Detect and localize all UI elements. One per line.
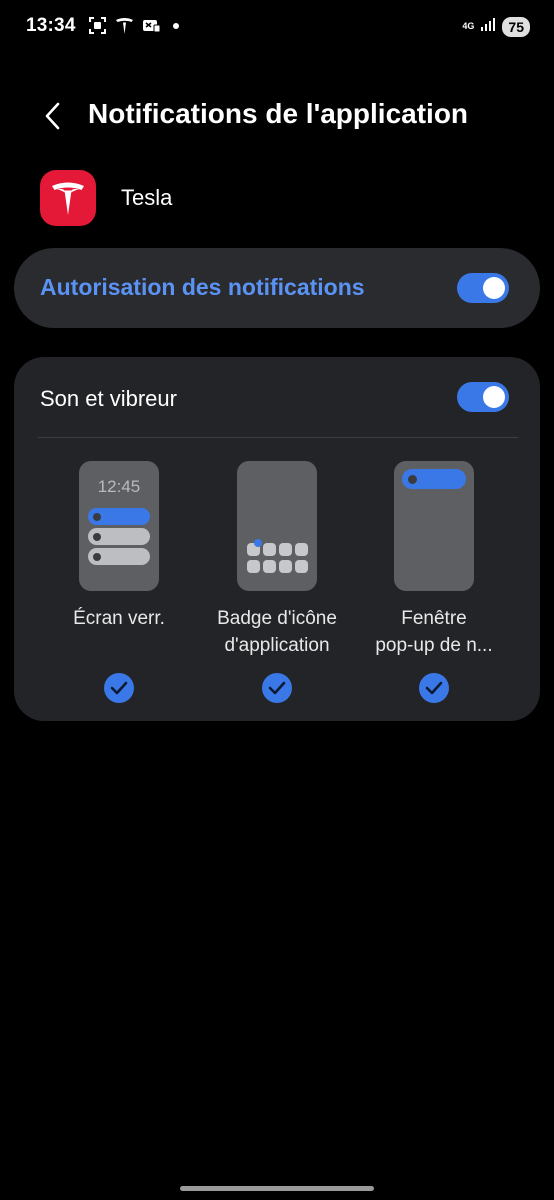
back-chevron-icon [45, 102, 60, 130]
tesla-app-icon [40, 170, 96, 226]
option-label-line2: pop-up de n... [375, 635, 493, 656]
option-label-line1: Écran verr. [73, 608, 165, 629]
app-name: Tesla [121, 185, 173, 210]
app-info-row: Tesla [40, 170, 172, 226]
preview-notification-bar [88, 508, 150, 525]
popup-preview [394, 461, 474, 591]
network-type: 4G [462, 21, 475, 31]
tesla-notification-icon [115, 16, 134, 35]
more-notifications-dot [173, 22, 179, 29]
check-icon[interactable] [262, 673, 292, 703]
sound-vibration-label: Son et vibreur [40, 386, 177, 411]
notifications-permission-row[interactable]: Autorisation des notifications [14, 248, 540, 328]
preview-popup-bar [402, 469, 466, 489]
gesture-nav-handle[interactable] [180, 1186, 374, 1191]
toggle-knob [483, 386, 505, 408]
option-app-icon-badge[interactable]: Badge d'icône d'application [199, 461, 355, 706]
status-system-icons: 4G 75 [462, 16, 530, 37]
sound-vibration-card: Son et vibreur 12:45 Écran verr. Badge d… [14, 357, 540, 721]
preview-app-grid [247, 543, 308, 573]
check-icon[interactable] [104, 673, 134, 703]
screenshot-icon [88, 16, 107, 35]
preview-time: 12:45 [97, 477, 141, 496]
battery-indicator: 75 [502, 16, 530, 37]
option-label: Écran verr. [41, 605, 197, 632]
check-icon[interactable] [419, 673, 449, 703]
badge-preview [237, 461, 317, 591]
lock-screen-preview: 12:45 [79, 461, 159, 591]
page-title: Notifications de l'application [88, 98, 469, 129]
option-label: Badge d'icône d'application [199, 605, 355, 659]
app-bar: Notifications de l'application [0, 86, 554, 142]
option-lock-screen[interactable]: 12:45 Écran verr. [41, 461, 197, 706]
option-label-line2: d'application [224, 635, 330, 656]
preview-notification-bar [88, 528, 150, 545]
notifications-permission-toggle[interactable] [457, 273, 509, 303]
sound-vibration-toggle[interactable] [457, 382, 509, 412]
signal-icon [480, 16, 496, 37]
toggle-knob [483, 277, 505, 299]
option-label-line1: Badge d'icône [217, 608, 337, 629]
back-button[interactable] [32, 96, 72, 136]
preview-notification-bar [88, 548, 150, 565]
status-time: 13:34 [26, 15, 76, 36]
notifications-permission-label: Autorisation des notifications [40, 274, 365, 300]
option-label-line1: Fenêtre [401, 608, 467, 629]
preview-badge-dot [254, 539, 262, 547]
status-bar: 13:34 4G 75 [0, 0, 554, 54]
option-popup-window[interactable]: Fenêtre pop-up de n... [356, 461, 512, 706]
divider [38, 437, 518, 438]
option-label: Fenêtre pop-up de n... [356, 605, 512, 659]
notification-style-options: 12:45 Écran verr. Badge d'icône d'applic… [14, 461, 540, 711]
status-notification-icons [88, 16, 179, 35]
media-icon [142, 16, 161, 35]
